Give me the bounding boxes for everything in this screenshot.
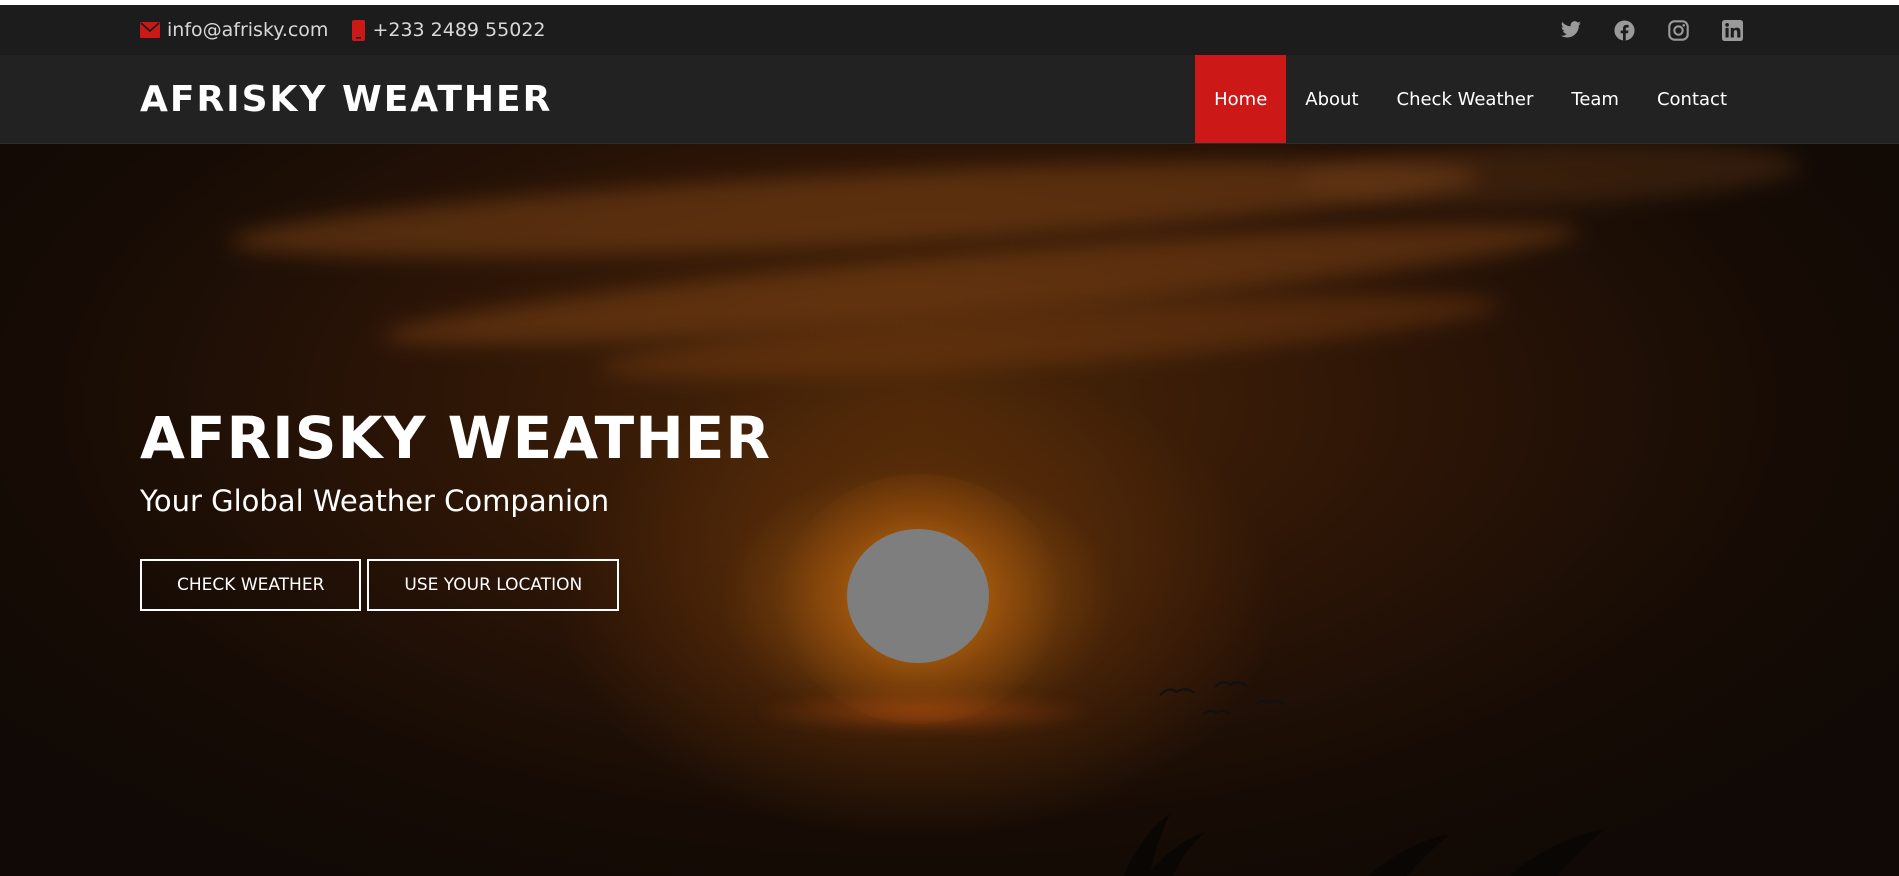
- hero-subtitle: Your Global Weather Companion: [140, 484, 610, 518]
- linkedin-link[interactable]: [1719, 17, 1746, 44]
- nav-contact[interactable]: Contact: [1638, 55, 1746, 143]
- page: info@afrisky.com +233 2489 55022 AFRISKY…: [0, 0, 1899, 876]
- instagram-icon: [1668, 19, 1689, 41]
- site-header: AFRISKY WEATHER Home About Check Weather…: [0, 55, 1899, 144]
- social-links: [1557, 5, 1746, 55]
- birds-icon: [1159, 681, 1286, 716]
- hero-section: AFRISKY WEATHER Your Global Weather Comp…: [0, 144, 1899, 876]
- envelope-icon: [140, 22, 160, 38]
- phone-icon: [352, 19, 366, 41]
- sun-image-placeholder: [847, 529, 989, 663]
- facebook-icon: [1614, 19, 1635, 41]
- site-logo[interactable]: AFRISKY WEATHER: [140, 55, 552, 143]
- phone-link[interactable]: +233 2489 55022: [352, 19, 546, 41]
- hero-title: AFRISKY WEATHER: [140, 404, 772, 472]
- linkedin-icon: [1722, 19, 1743, 41]
- cloud-streak: [1299, 144, 1801, 213]
- palm-silhouette: [1123, 814, 1605, 876]
- instagram-link[interactable]: [1665, 17, 1692, 44]
- nav-home[interactable]: Home: [1195, 55, 1287, 143]
- twitter-link[interactable]: [1557, 17, 1584, 44]
- hero-actions: CHECK WEATHER USE YOUR LOCATION: [140, 559, 620, 611]
- email-link[interactable]: info@afrisky.com: [140, 19, 328, 41]
- twitter-icon: [1560, 21, 1582, 39]
- nav-check-weather[interactable]: Check Weather: [1378, 55, 1553, 143]
- email-text: info@afrisky.com: [167, 19, 329, 41]
- facebook-link[interactable]: [1611, 17, 1638, 44]
- nav-team[interactable]: Team: [1552, 55, 1638, 143]
- check-weather-button[interactable]: CHECK WEATHER: [140, 559, 362, 611]
- topbar: info@afrisky.com +233 2489 55022: [0, 5, 1899, 55]
- horizon-glow: [760, 692, 1090, 732]
- contact-info: info@afrisky.com +233 2489 55022: [140, 5, 546, 55]
- use-location-button[interactable]: USE YOUR LOCATION: [367, 559, 620, 611]
- nav-about[interactable]: About: [1286, 55, 1377, 143]
- phone-text: +233 2489 55022: [372, 19, 546, 41]
- main-nav: Home About Check Weather Team Contact: [1195, 55, 1746, 143]
